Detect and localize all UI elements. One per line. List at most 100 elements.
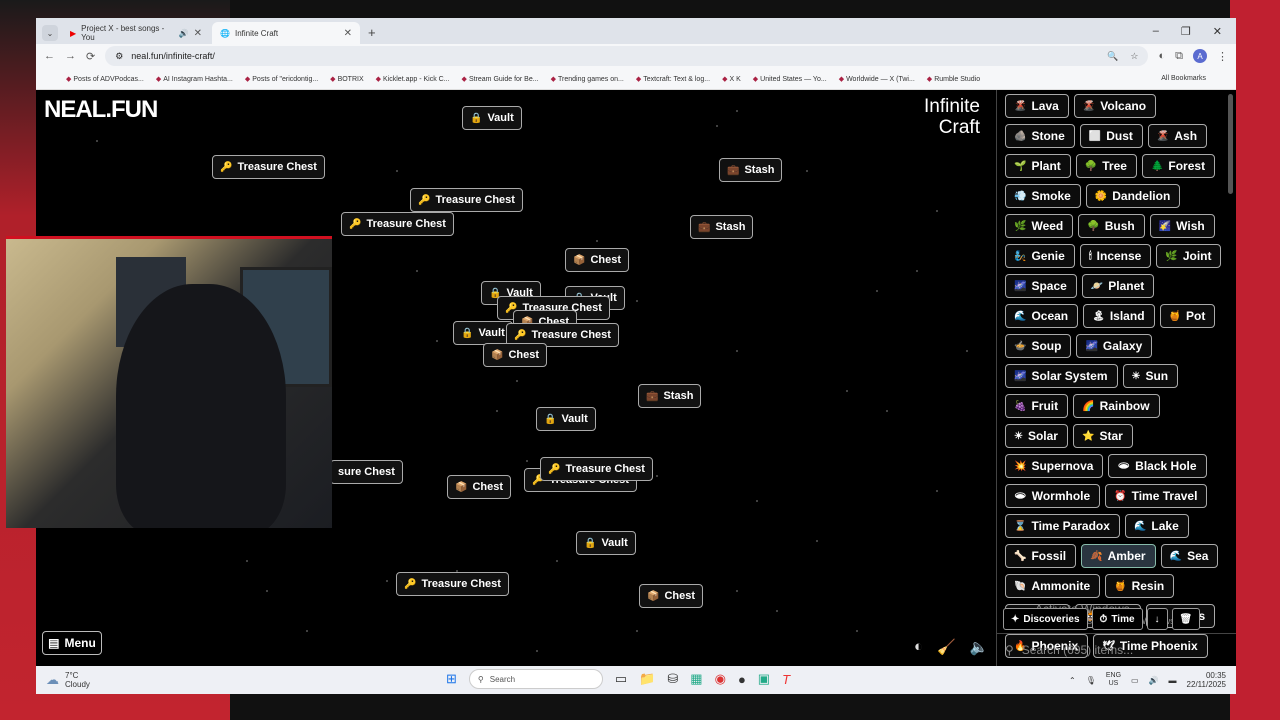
sidebar-item[interactable]: 🌊 Sea xyxy=(1160,544,1219,568)
sidebar-item[interactable]: ⬜ Dust xyxy=(1079,124,1143,148)
text-app-icon[interactable]: T xyxy=(782,672,790,687)
sidebar-item[interactable]: 🌋 Lava xyxy=(1005,94,1069,118)
reload-icon[interactable]: ⟳ xyxy=(86,50,95,63)
canvas-element-chip[interactable]: 💼 Stash xyxy=(719,158,783,182)
sidebar-scrollbar[interactable] xyxy=(1228,94,1233,194)
app-icon[interactable]: ▦ xyxy=(690,671,702,687)
url-field[interactable]: ⚙ neal.fun/infinite-craft/ 🔍 ☆ xyxy=(105,46,1149,66)
task-view-icon[interactable]: ▭ xyxy=(615,671,627,687)
canvas-element-chip[interactable]: 🔑 Treasure Chest xyxy=(410,188,523,212)
profile-avatar[interactable]: A xyxy=(1193,49,1207,63)
battery-icon[interactable]: ▬ xyxy=(1169,676,1177,685)
sidebar-item[interactable]: 🍇 Fruit xyxy=(1005,394,1069,418)
canvas-element-chip[interactable]: 🔒 Vault xyxy=(576,531,636,555)
sort-time-button[interactable]: ⏱ Time xyxy=(1091,608,1143,630)
chrome-icon[interactable]: ◉ xyxy=(715,671,726,687)
language-indicator[interactable]: ENG US xyxy=(1106,672,1121,688)
bookmark-item[interactable]: ◆ X K xyxy=(722,75,741,83)
sidebar-item[interactable]: 🌿 Joint xyxy=(1156,244,1222,268)
canvas-element-chip[interactable]: 📦 Chest xyxy=(447,475,512,499)
sidebar-item[interactable]: 🪨 Stone xyxy=(1005,124,1075,148)
bookmark-item[interactable]: ◆ Kicklet.app - Kick C... xyxy=(376,75,450,83)
bookmark-item[interactable]: ◆ BOTRIX xyxy=(330,75,363,83)
sidebar-item[interactable]: 🍯 Resin xyxy=(1105,574,1175,598)
sidebar-item[interactable]: 💨 Smoke xyxy=(1005,184,1081,208)
sidebar-item[interactable]: ⏰ Time Travel xyxy=(1105,484,1208,508)
sidebar-item[interactable]: 🐚 Ammonite xyxy=(1005,574,1101,598)
sort-direction-button[interactable]: ↓ xyxy=(1146,608,1168,630)
canvas-element-chip[interactable]: 🔑 Treasure Chest xyxy=(212,155,325,179)
canvas-element-chip[interactable]: 🔑 Treasure Chest xyxy=(341,212,454,236)
extension-icon[interactable]: ◐ xyxy=(1158,50,1165,62)
clock[interactable]: 00:35 22/11/2025 xyxy=(1187,671,1226,689)
zoom-icon[interactable]: 🔍 xyxy=(1107,51,1118,62)
sidebar-item[interactable]: ☀ Solar xyxy=(1005,424,1068,448)
tab-youtube[interactable]: ▶ Project X - best songs - You 🔊 ✕ xyxy=(62,22,210,44)
bookmark-item[interactable]: ◆ AI Instagram Hashta... xyxy=(156,75,233,83)
tab-search-icon[interactable]: ⌄ xyxy=(42,25,58,41)
bookmark-item[interactable]: ◆ Textcraft: Text & log... xyxy=(636,75,710,83)
new-tab-icon[interactable]: + xyxy=(368,25,376,40)
bookmark-item[interactable]: ◆ Rumble Studio xyxy=(927,75,980,83)
sidebar-item[interactable]: 🦴 Fossil xyxy=(1005,544,1077,568)
windows-start-icon[interactable]: ⊞ xyxy=(446,671,457,687)
sidebar-item[interactable]: ⭐ Star xyxy=(1072,424,1133,448)
sidebar-item[interactable]: 🌱 Plant xyxy=(1005,154,1071,178)
sidebar-item[interactable]: 💥 Supernova xyxy=(1005,454,1104,478)
microphone-icon[interactable]: 🎙 xyxy=(1086,676,1096,685)
sidebar-item[interactable]: 🌲 Forest xyxy=(1141,154,1216,178)
close-tab-icon[interactable]: ✕ xyxy=(344,28,352,39)
bookmark-item[interactable]: ◆ Trending games on... xyxy=(551,75,624,83)
close-tab-icon[interactable]: ✕ xyxy=(194,28,202,39)
taskbar-search[interactable]: ⚲ Search xyxy=(468,669,603,689)
bookmark-item[interactable]: ◆ Stream Guide for Be... xyxy=(462,75,539,83)
canvas-element-chip[interactable]: 📦 Chest xyxy=(565,248,630,272)
bookmark-item[interactable]: ◆ Posts of "ericdontig... xyxy=(245,75,318,83)
sidebar-item[interactable]: 🌠 Wish xyxy=(1149,214,1215,238)
canvas-element-chip[interactable]: 📦 Chest xyxy=(483,343,548,367)
network-icon[interactable]: ▭ xyxy=(1131,676,1139,685)
discoveries-button[interactable]: ✦ Discoveries xyxy=(1003,608,1088,630)
menu-button[interactable]: ▤ Menu xyxy=(42,631,102,655)
volume-icon[interactable]: 🔊 xyxy=(1149,676,1159,685)
canvas-element-chip[interactable]: 🔑 Treasure Chest xyxy=(396,572,509,596)
sidebar-item[interactable]: 🌋 Ash xyxy=(1147,124,1208,148)
more-menu-icon[interactable]: ⋮ xyxy=(1217,50,1228,63)
canvas-element-chip[interactable]: 📦 Chest xyxy=(639,584,704,608)
forward-icon[interactable]: → xyxy=(65,50,76,62)
file-explorer-icon[interactable]: 📁 xyxy=(639,671,655,687)
sidebar-item[interactable]: 🌌 Space xyxy=(1005,274,1077,298)
clear-broom-icon[interactable]: 🧹 xyxy=(937,638,956,656)
app-icon[interactable]: ▣ xyxy=(758,671,770,687)
sidebar-item[interactable]: 🏝 Island xyxy=(1083,304,1155,328)
search-bar[interactable]: ⚲ Search (695) items... xyxy=(997,633,1236,666)
site-info-icon[interactable]: ⚙ xyxy=(115,51,123,62)
canvas-element-chip[interactable]: 🔒 Vault xyxy=(462,106,522,130)
sidebar-item[interactable]: 🌈 Rainbow xyxy=(1073,394,1160,418)
restore-icon[interactable]: ❐ xyxy=(1181,25,1191,38)
sound-icon[interactable]: 🔈 xyxy=(970,638,989,656)
app-icon[interactable]: ⛁ xyxy=(667,671,678,687)
sidebar-item[interactable]: ☀ Sun xyxy=(1122,364,1179,388)
sidebar-item[interactable]: 🌳 Bush xyxy=(1078,214,1145,238)
sidebar-item[interactable]: 🌿 Weed xyxy=(1005,214,1074,238)
dark-mode-icon[interactable]: ◐ xyxy=(914,638,923,656)
close-window-icon[interactable]: ✕ xyxy=(1213,25,1222,38)
sidebar-item[interactable]: 🍲 Soup xyxy=(1005,334,1072,358)
canvas-element-chip[interactable]: sure Chest xyxy=(330,460,403,484)
bookmark-star-icon[interactable]: ☆ xyxy=(1130,51,1138,62)
obs-icon[interactable]: ● xyxy=(738,672,746,687)
sidebar-item[interactable]: 🍂 Amber xyxy=(1081,544,1156,568)
sidebar-item[interactable]: 🍯 Pot xyxy=(1159,304,1216,328)
bookmark-item[interactable]: ◆ Worldwide — X (Twi... xyxy=(839,75,915,83)
neal-fun-logo[interactable]: NEAL.FUN xyxy=(44,96,158,124)
sidebar-item[interactable]: 🌌 Solar System xyxy=(1005,364,1118,388)
tray-chevron-icon[interactable]: ⌃ xyxy=(1069,676,1076,685)
sidebar-item[interactable]: 🕯 Incense xyxy=(1079,244,1152,268)
all-bookmarks[interactable]: All Bookmarks xyxy=(1161,75,1206,82)
bookmark-item[interactable]: ◆ United States — Yo... xyxy=(753,75,827,83)
sidebar-item[interactable]: 🕳 Black Hole xyxy=(1108,454,1207,478)
canvas-element-chip[interactable]: 🔒 Vault xyxy=(536,407,596,431)
canvas-element-chip[interactable]: 💼 Stash xyxy=(638,384,702,408)
sidebar-item[interactable]: 🌊 Lake xyxy=(1124,514,1189,538)
